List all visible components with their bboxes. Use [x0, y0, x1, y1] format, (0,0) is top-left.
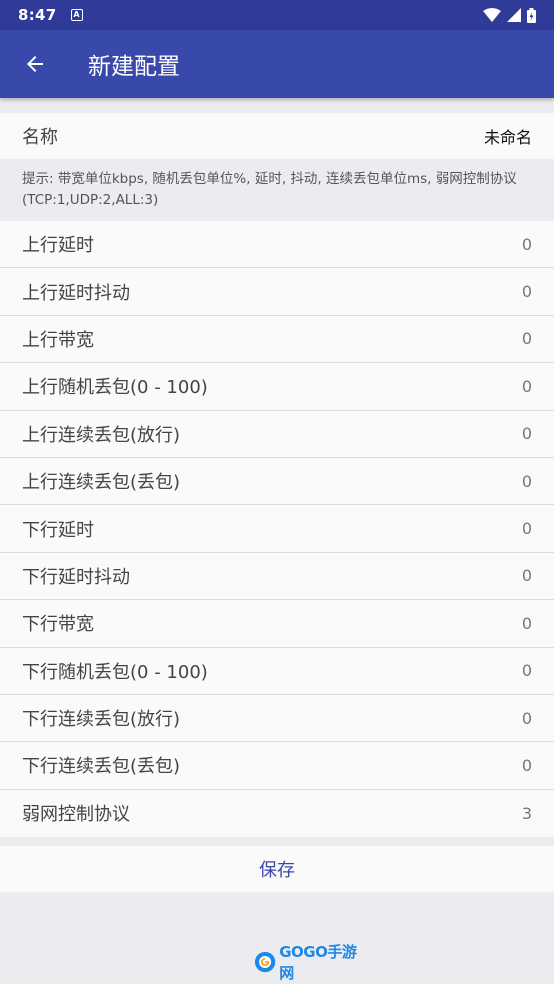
setting-label: 下行连续丢包(丢包) — [22, 756, 181, 778]
status-bar: 8:47 A — [0, 0, 554, 30]
back-button[interactable] — [0, 30, 70, 98]
setting-label: 上行带宽 — [22, 329, 94, 351]
name-input[interactable]: 未命名 — [484, 124, 532, 148]
setting-label: 上行延时抖动 — [22, 282, 130, 304]
setting-row[interactable]: 上行延时抖动 0 — [0, 268, 554, 316]
setting-label: 上行延时 — [22, 235, 94, 257]
page-title: 新建配置 — [88, 54, 180, 80]
status-time: 8:47 — [18, 6, 57, 24]
setting-value-input[interactable]: 0 — [522, 235, 532, 254]
setting-row[interactable]: 下行延时抖动 0 — [0, 553, 554, 601]
setting-label: 弱网控制协议 — [22, 804, 130, 826]
setting-value-input[interactable]: 3 — [522, 804, 532, 823]
setting-label: 上行随机丢包(0 - 100) — [22, 377, 208, 399]
setting-value-input[interactable]: 0 — [522, 472, 532, 491]
settings-list: 上行延时 0 上行延时抖动 0 上行带宽 0 上行随机丢包(0 - 100) 0… — [0, 221, 554, 838]
setting-label: 下行连续丢包(放行) — [22, 709, 181, 731]
setting-row[interactable]: 下行连续丢包(丢包) 0 — [0, 742, 554, 790]
name-setting-row[interactable]: 名称 未命名 — [0, 113, 554, 159]
notification-icon: A — [70, 9, 83, 21]
battery-icon — [527, 7, 536, 23]
setting-value-input[interactable]: 0 — [522, 329, 532, 348]
hint-text: 提示: 带宽单位kbps, 随机丢包单位%, 延时, 抖动, 连续丢包单位ms,… — [0, 159, 554, 221]
setting-row[interactable]: 下行带宽 0 — [0, 600, 554, 648]
setting-label: 下行随机丢包(0 - 100) — [22, 661, 208, 683]
setting-label: 上行连续丢包(丢包) — [22, 472, 181, 494]
setting-row[interactable]: 弱网控制协议 3 — [0, 790, 554, 837]
setting-row[interactable]: 上行延时 0 — [0, 221, 554, 269]
setting-label: 上行连续丢包(放行) — [22, 424, 181, 446]
gogo-logo-icon — [254, 951, 276, 973]
signal-icon — [507, 8, 521, 22]
setting-value-input[interactable]: 0 — [522, 756, 532, 775]
setting-row[interactable]: 上行连续丢包(丢包) 0 — [0, 458, 554, 506]
setting-value-input[interactable]: 0 — [522, 377, 532, 396]
setting-row[interactable]: 下行随机丢包(0 - 100) 0 — [0, 648, 554, 695]
setting-row[interactable]: 下行连续丢包(放行) 0 — [0, 695, 554, 743]
setting-value-input[interactable]: 0 — [522, 709, 532, 728]
watermark-text: GOGO手游网 — [279, 943, 357, 982]
setting-value-input[interactable]: 0 — [522, 614, 532, 633]
setting-value-input[interactable]: 0 — [522, 424, 532, 443]
save-button[interactable]: 保存 — [0, 846, 554, 892]
setting-row[interactable]: 上行随机丢包(0 - 100) 0 — [0, 363, 554, 411]
setting-row[interactable]: 下行延时 0 — [0, 505, 554, 553]
setting-label: 下行带宽 — [22, 614, 94, 636]
wifi-icon — [483, 8, 501, 22]
setting-row[interactable]: 上行连续丢包(放行) 0 — [0, 411, 554, 458]
setting-row[interactable]: 上行带宽 0 — [0, 316, 554, 364]
setting-value-input[interactable]: 0 — [522, 661, 532, 680]
arrow-back-icon — [27, 56, 43, 72]
setting-label: 下行延时 — [22, 519, 94, 541]
status-icons — [483, 7, 536, 23]
setting-value-input[interactable]: 0 — [522, 519, 532, 538]
watermark-logo: GOGO手游网 — [254, 943, 364, 982]
name-label: 名称 — [22, 127, 58, 148]
setting-value-input[interactable]: 0 — [522, 566, 532, 585]
app-bar: 新建配置 — [0, 30, 554, 98]
setting-value-input[interactable]: 0 — [522, 282, 532, 301]
setting-label: 下行延时抖动 — [22, 566, 130, 588]
